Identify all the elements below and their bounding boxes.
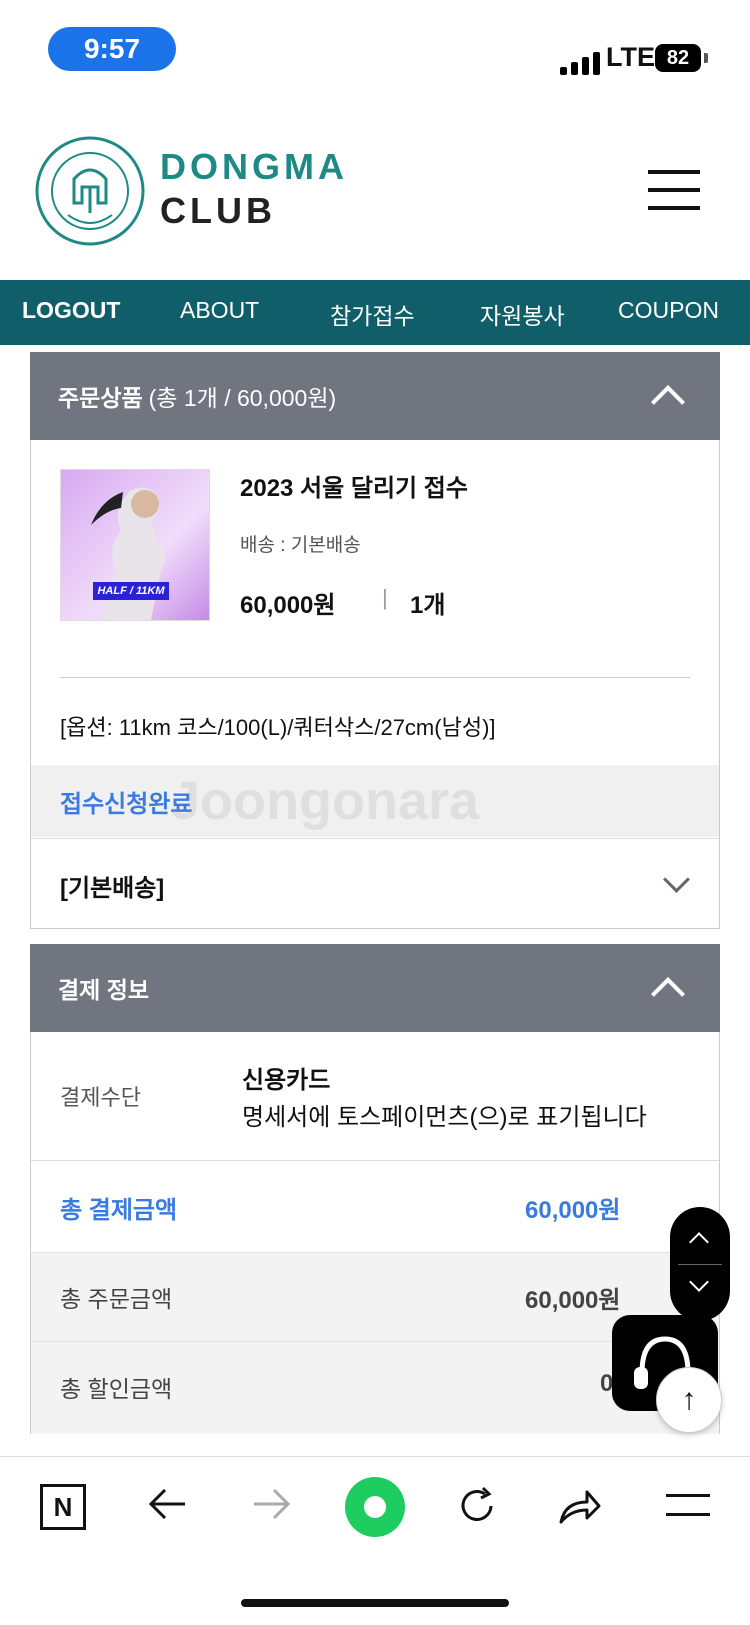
browser-menu-icon[interactable] xyxy=(666,1494,710,1516)
battery-icon: 82 xyxy=(655,44,701,72)
order-section-header[interactable]: 주문상품 (총 1개 / 60,000원) xyxy=(30,352,720,440)
scroll-to-top-button[interactable]: ↑ xyxy=(656,1367,722,1433)
product-name[interactable]: 2023 서울 달리기 접수 xyxy=(240,468,468,503)
watermark: Joongonara xyxy=(170,771,480,831)
order-total-value: 60,000원 xyxy=(525,1287,621,1314)
order-summary: (총 1개 / 60,000원) xyxy=(148,385,337,411)
total-payment-value: 60,000원 xyxy=(525,1197,621,1224)
signal-icon xyxy=(560,52,600,75)
order-section-title: 주문상품 xyxy=(58,385,143,411)
payment-method-value: 신용카드 xyxy=(242,1067,331,1094)
club-logo-icon[interactable] xyxy=(34,135,146,247)
product-shipping: 배송 : 기본배송 xyxy=(240,535,361,556)
network-label: LTE xyxy=(606,42,655,72)
main-nav: LOGOUT ABOUT 참가접수 자원봉사 COUPON xyxy=(0,280,750,345)
reload-icon[interactable] xyxy=(455,1484,499,1528)
brand-name-line1: DONGMA xyxy=(160,146,348,187)
forward-arrow-icon[interactable] xyxy=(250,1486,294,1522)
nav-logout[interactable]: LOGOUT xyxy=(22,297,120,324)
home-indicator xyxy=(241,1599,509,1607)
status-time: 9:57 xyxy=(48,27,176,71)
scroll-up-icon[interactable] xyxy=(689,1232,709,1252)
product-image[interactable]: HALF / 11KM xyxy=(60,469,210,621)
back-arrow-icon[interactable] xyxy=(145,1486,189,1522)
menu-icon[interactable] xyxy=(648,170,700,210)
naver-home-icon[interactable]: N xyxy=(40,1484,86,1530)
discount-label: 총 할인금액 xyxy=(60,1376,173,1402)
scroll-control[interactable] xyxy=(670,1207,730,1321)
product-option: [옵션: 11km 코스/100(L)/쿼터삭스/27cm(남성)] xyxy=(60,715,496,740)
green-dot-button[interactable] xyxy=(345,1477,405,1537)
product-quantity: 1개 xyxy=(410,592,446,619)
brand-name-line2: CLUB xyxy=(160,190,276,231)
divider xyxy=(60,677,690,678)
price-qty-separator: | xyxy=(382,585,388,610)
product-price: 60,000원 xyxy=(240,592,336,619)
order-total-label: 총 주문금액 xyxy=(60,1286,173,1312)
payment-method-note: 명세서에 토스페이먼츠(으)로 표기됩니다 xyxy=(242,1104,647,1131)
shipping-method-label: [기본배송] xyxy=(60,875,165,902)
battery-nub xyxy=(704,53,708,63)
payment-section-title: 결제 정보 xyxy=(58,977,150,1003)
collapse-up-icon[interactable] xyxy=(651,977,685,1011)
nav-coupon[interactable]: COUPON xyxy=(618,297,719,324)
product-badge: HALF / 11KM xyxy=(93,582,169,600)
share-icon[interactable] xyxy=(557,1486,603,1526)
payment-method-label: 결제수단 xyxy=(60,1085,141,1110)
total-payment-label: 총 결제금액 xyxy=(60,1197,178,1224)
payment-section-header[interactable]: 결제 정보 xyxy=(30,944,720,1032)
collapse-up-icon[interactable] xyxy=(651,385,685,419)
nav-volunteer[interactable]: 자원봉사 xyxy=(480,297,565,331)
nav-about[interactable]: ABOUT xyxy=(180,297,259,324)
scroll-down-icon[interactable] xyxy=(689,1272,709,1292)
arrow-up-icon: ↑ xyxy=(681,1383,697,1416)
nav-registration[interactable]: 참가접수 xyxy=(330,297,415,331)
